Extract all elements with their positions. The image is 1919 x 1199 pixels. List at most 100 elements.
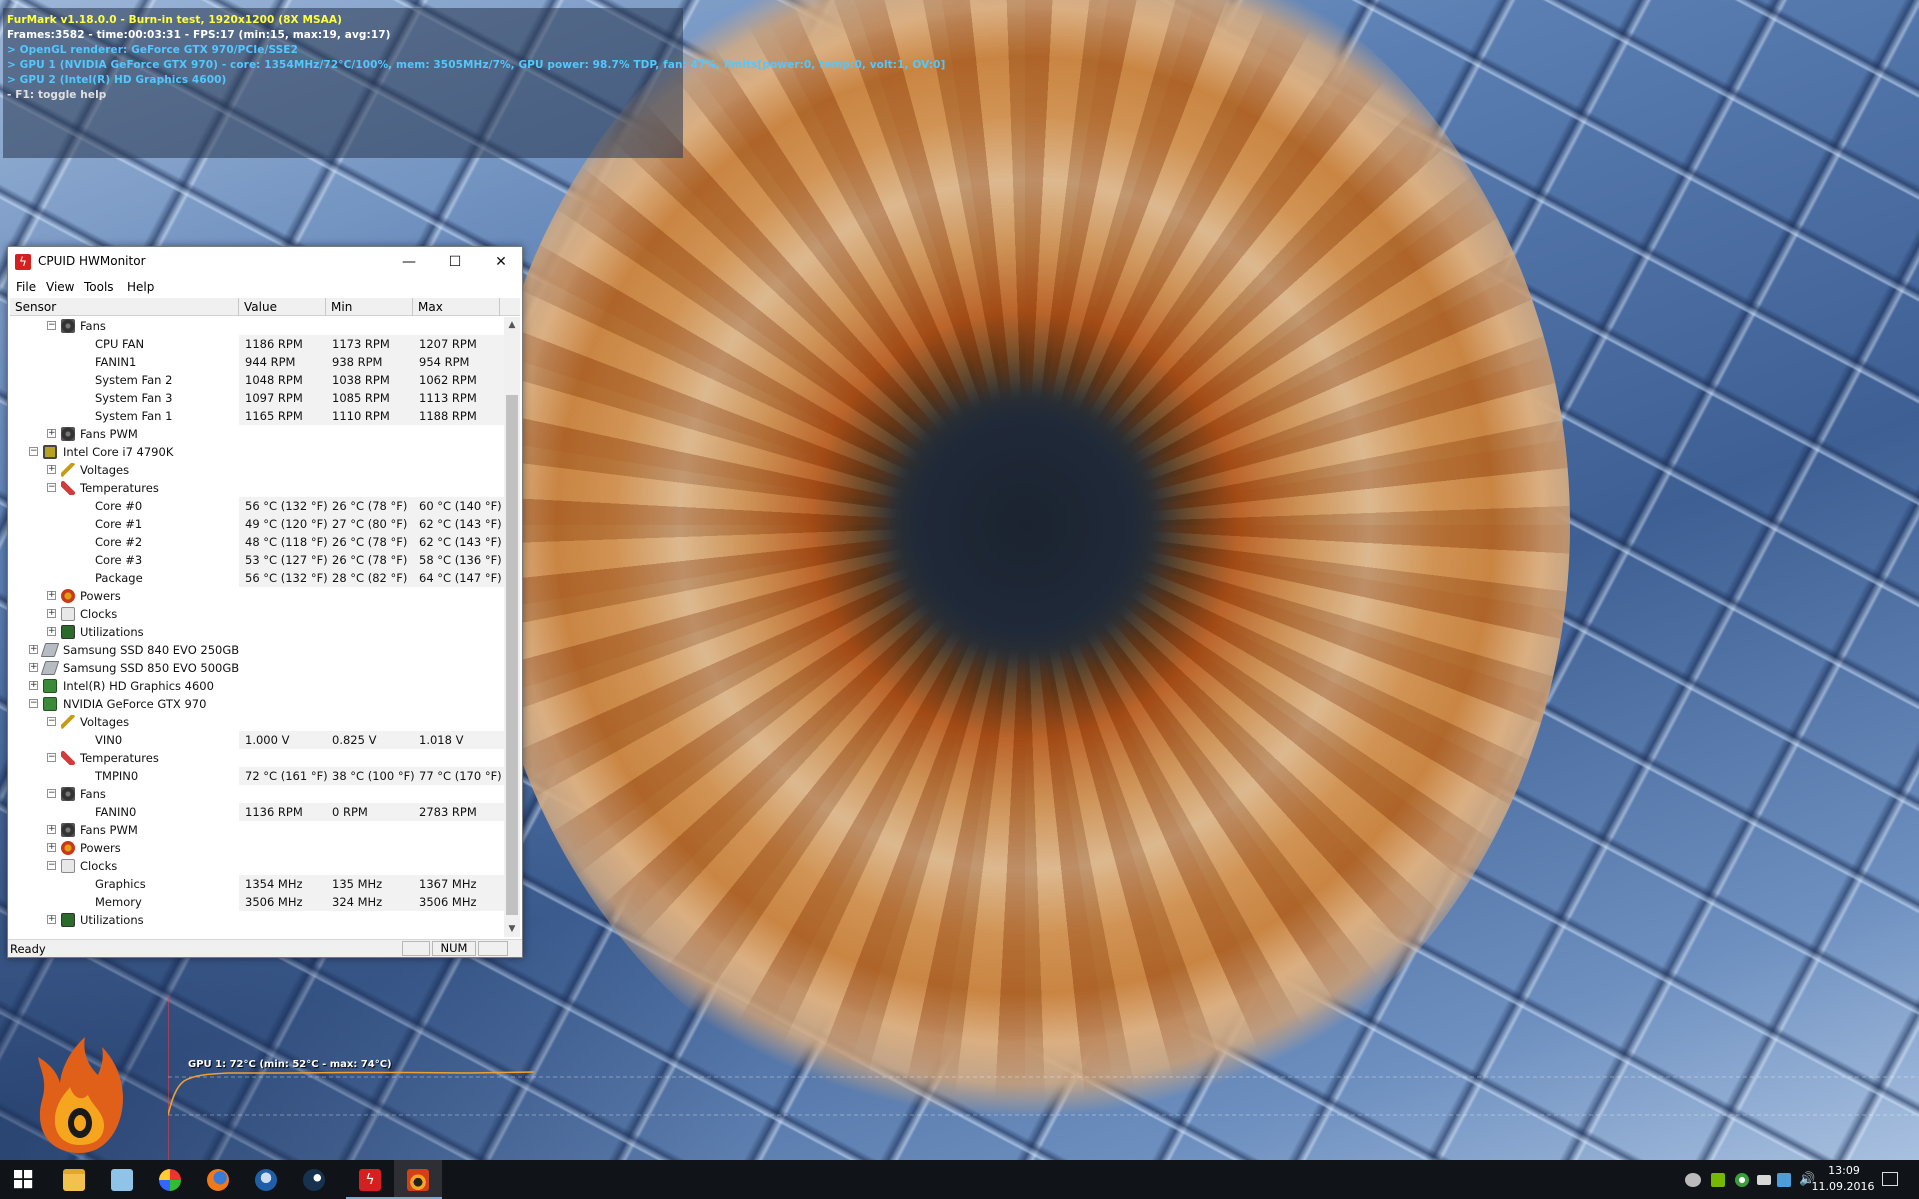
sensor-group-row[interactable]: + Powers	[10, 839, 504, 857]
network-user-icon[interactable]	[1685, 1173, 1701, 1187]
sensor-group-row[interactable]: − Fans	[10, 785, 504, 803]
sensor-reading-row[interactable]: TMPIN0 72 °C (161 °F) 38 °C (100 °F) 77 °C …	[10, 767, 504, 785]
expand-icon[interactable]: +	[29, 645, 38, 654]
sensor-group-row[interactable]: − Intel Core i7 4790K	[10, 443, 504, 461]
sensor-reading-row[interactable]: FANIN0 1136 RPM 0 RPM 2783 RPM	[10, 803, 504, 821]
scroll-up-arrow-icon[interactable]: ▲	[504, 317, 520, 333]
sensor-group-row[interactable]: + Utilizations	[10, 623, 504, 641]
sensor-group-row[interactable]: + Fans PWM	[10, 821, 504, 839]
taskbar-furmark[interactable]	[394, 1160, 442, 1199]
collapse-icon[interactable]: −	[47, 753, 56, 762]
sensor-reading-row[interactable]: FANIN1 944 RPM 938 RPM 954 RPM	[10, 353, 504, 371]
maximize-button[interactable]: ☐	[432, 247, 478, 277]
column-header-max[interactable]: Max	[413, 298, 500, 316]
sensor-group-row[interactable]: − Temperatures	[10, 479, 504, 497]
sensor-group-row[interactable]: − Clocks	[10, 857, 504, 875]
collapse-icon[interactable]: −	[47, 483, 56, 492]
sensor-value: 1097 RPM	[245, 391, 303, 405]
sensor-group-row[interactable]: + Voltages	[10, 461, 504, 479]
sensor-reading-row[interactable]: VIN0 1.000 V 0.825 V 1.018 V	[10, 731, 504, 749]
sensor-group-row[interactable]: − Temperatures	[10, 749, 504, 767]
title-bar[interactable]: ϟ CPUID HWMonitor — ☐ ✕	[8, 247, 522, 277]
collapse-icon[interactable]: −	[29, 447, 38, 456]
paint-icon	[159, 1169, 181, 1191]
menu-file[interactable]: File	[16, 280, 36, 294]
sensor-tree[interactable]: − Fans CPU FAN 1186 RPM 1173 RPM 1207 RPM FANI…	[10, 317, 504, 937]
sensor-group-row[interactable]: − Fans	[10, 317, 504, 335]
sensor-reading-row[interactable]: Package 56 °C (132 °F) 28 °C (82 °F) 64 °C …	[10, 569, 504, 587]
menu-tools[interactable]: Tools	[84, 280, 114, 294]
expand-icon[interactable]: +	[47, 591, 56, 600]
sensor-group-row[interactable]: + Intel(R) HD Graphics 4600	[10, 677, 504, 695]
action-center-icon[interactable]	[1882, 1172, 1898, 1186]
sensor-reading-row[interactable]: Core #0 56 °C (132 °F) 26 °C (78 °F) 60 °C …	[10, 497, 504, 515]
sensor-max: 58 °C (136 °F)	[419, 553, 502, 567]
sensor-reading-row[interactable]: Core #1 49 °C (120 °F) 27 °C (80 °F) 62 °C …	[10, 515, 504, 533]
collapse-icon[interactable]: −	[47, 321, 56, 330]
sensor-reading-row[interactable]: System Fan 2 1048 RPM 1038 RPM 1062 RPM	[10, 371, 504, 389]
sensor-reading-row[interactable]: System Fan 3 1097 RPM 1085 RPM 1113 RPM	[10, 389, 504, 407]
sensor-group-row[interactable]: − NVIDIA GeForce GTX 970	[10, 695, 504, 713]
hwmonitor-window[interactable]: ϟ CPUID HWMonitor — ☐ ✕ File View Tools …	[7, 246, 523, 958]
sensor-reading-row[interactable]: Core #3 53 °C (127 °F) 26 °C (78 °F) 58 °C …	[10, 551, 504, 569]
sensor-group-row[interactable]: + Powers	[10, 587, 504, 605]
expand-icon[interactable]: +	[47, 465, 56, 474]
sensor-min: 1173 RPM	[332, 337, 390, 351]
expand-icon[interactable]: +	[29, 681, 38, 690]
sensor-reading-row[interactable]: Graphics 1354 MHz 135 MHz 1367 MHz	[10, 875, 504, 893]
sensor-group-row[interactable]: + Samsung SSD 840 EVO 250GB	[10, 641, 504, 659]
sensor-value: 53 °C (127 °F)	[245, 553, 328, 567]
taskbar-firefox[interactable]	[194, 1160, 242, 1199]
taskbar-file-explorer[interactable]	[50, 1160, 98, 1199]
taskbar-hwmonitor[interactable]: ϟ	[346, 1160, 394, 1199]
expand-icon[interactable]: +	[29, 663, 38, 672]
steam-tray-icon[interactable]	[1777, 1173, 1791, 1187]
taskbar-paint[interactable]	[146, 1160, 194, 1199]
sensor-reading-row[interactable]: CPU FAN 1186 RPM 1173 RPM 1207 RPM	[10, 335, 504, 353]
close-button[interactable]: ✕	[478, 247, 524, 277]
sensor-max: 2783 RPM	[419, 805, 477, 819]
sensor-min: 26 °C (78 °F)	[332, 535, 408, 549]
sensor-reading-row[interactable]: Memory 3506 MHz 324 MHz 3506 MHz	[10, 893, 504, 911]
scrollbar-thumb[interactable]	[506, 395, 518, 915]
sensor-group-row[interactable]: + Fans PWM	[10, 425, 504, 443]
expand-icon[interactable]: +	[47, 429, 56, 438]
menu-help[interactable]: Help	[127, 280, 154, 294]
sensor-group-row[interactable]: + Samsung SSD 850 EVO 500GB	[10, 659, 504, 677]
column-header-sensor[interactable]: Sensor	[10, 298, 239, 316]
vertical-scrollbar[interactable]: ▲ ▼	[504, 317, 520, 937]
minimize-button[interactable]: —	[386, 247, 432, 277]
graph-label: GPU 1: 72°C (min: 52°C - max: 74°C)	[188, 1059, 392, 1070]
sensor-group-row[interactable]: − Voltages	[10, 713, 504, 731]
collapse-icon[interactable]: −	[47, 717, 56, 726]
sensor-reading-row[interactable]: Core #2 48 °C (118 °F) 26 °C (78 °F) 62 °C …	[10, 533, 504, 551]
clock-time[interactable]: 13:09	[1817, 1164, 1871, 1177]
expand-icon[interactable]: +	[47, 609, 56, 618]
column-header-min[interactable]: Min	[326, 298, 413, 316]
sensor-group-row[interactable]: + Utilizations	[10, 911, 504, 929]
menu-view[interactable]: View	[46, 280, 74, 294]
sensor-group-row[interactable]: + Clocks	[10, 605, 504, 623]
taskbar-notepad[interactable]	[98, 1160, 146, 1199]
hwmonitor-icon: ϟ	[359, 1169, 381, 1191]
nvidia-icon[interactable]	[1711, 1173, 1725, 1187]
network-icon[interactable]	[1757, 1175, 1771, 1185]
expand-icon[interactable]: +	[47, 627, 56, 636]
collapse-icon[interactable]: −	[47, 789, 56, 798]
collapse-icon[interactable]: −	[47, 861, 56, 870]
taskbar-steam[interactable]	[290, 1160, 338, 1199]
taskbar-thunderbird[interactable]	[242, 1160, 290, 1199]
scroll-down-arrow-icon[interactable]: ▼	[504, 921, 520, 937]
security-icon[interactable]	[1735, 1173, 1749, 1187]
start-button[interactable]	[0, 1160, 48, 1199]
expand-icon[interactable]: +	[47, 825, 56, 834]
sensor-min: 26 °C (78 °F)	[332, 553, 408, 567]
sensor-label: Package	[95, 571, 143, 585]
collapse-icon[interactable]: −	[29, 699, 38, 708]
expand-icon[interactable]: +	[47, 915, 56, 924]
column-header-value[interactable]: Value	[239, 298, 326, 316]
sensor-label: Intel Core i7 4790K	[63, 445, 174, 459]
clock-date[interactable]: 11.09.2016	[1810, 1180, 1876, 1193]
expand-icon[interactable]: +	[47, 843, 56, 852]
sensor-reading-row[interactable]: System Fan 1 1165 RPM 1110 RPM 1188 RPM	[10, 407, 504, 425]
